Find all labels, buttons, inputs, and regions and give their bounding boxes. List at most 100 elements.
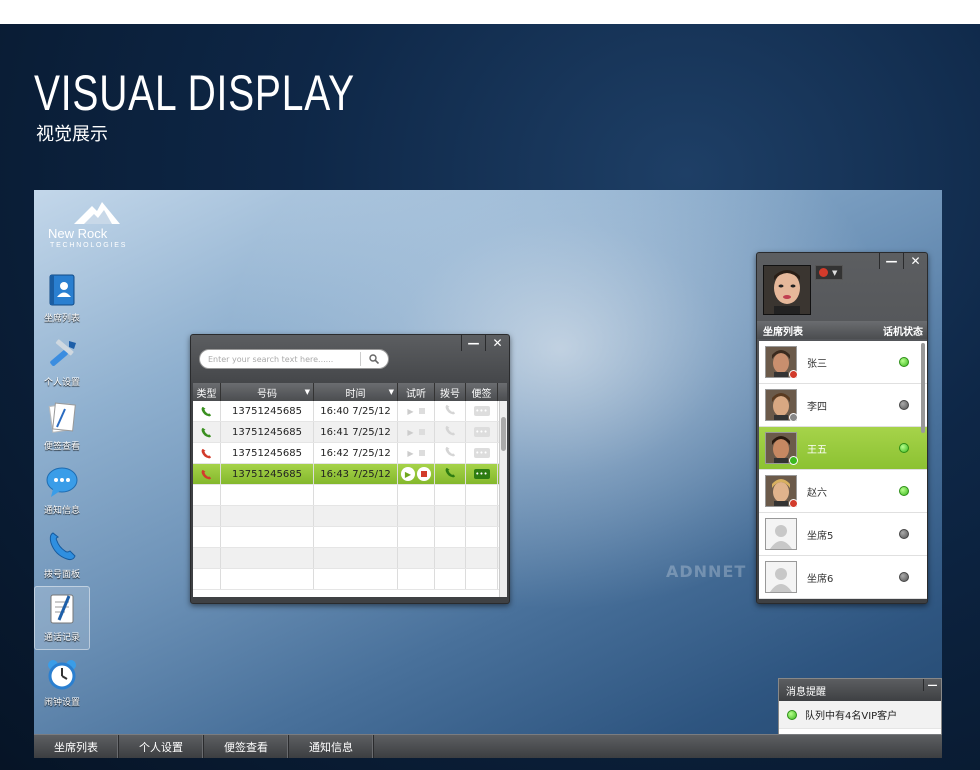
empty-table-row	[193, 527, 507, 548]
agent-row[interactable]: 张三	[759, 341, 927, 384]
table-header: 类型 号码 ▼ 时间 ▼ 试听 拨号 便签	[193, 383, 507, 401]
call-log-window: — ✕ 类型 号码 ▼ 时间 ▼ 试听 拨号便签 13751245685 16:40 7/2…	[190, 334, 510, 604]
hero-title: VISUAL DISPLAY	[34, 65, 355, 121]
stop-icon[interactable]	[418, 408, 425, 414]
window-controls: — ✕	[461, 335, 509, 351]
play-icon[interactable]: ▶	[407, 407, 413, 416]
column-header-0[interactable]: 类型	[193, 383, 221, 401]
call-time: 16:42 7/25/12	[314, 443, 398, 463]
phone-status-title: 话机状态	[883, 326, 923, 338]
empty-cell	[314, 506, 398, 526]
busy-status-icon	[819, 268, 828, 277]
agent-close-button[interactable]: ✕	[903, 253, 927, 269]
notification-minimize-button[interactable]: —	[923, 679, 941, 691]
taskbar-button-1[interactable]: 个人设置	[119, 735, 204, 758]
column-header-label: 号码	[257, 388, 277, 400]
dock-item-5[interactable]: 通话记录	[34, 586, 90, 650]
notes-icon	[45, 401, 79, 435]
empty-cell	[398, 527, 435, 547]
dock-item-4[interactable]: 拨号面板	[34, 522, 90, 586]
stop-icon[interactable]	[418, 450, 425, 456]
phone-icon	[445, 404, 456, 418]
empty-cell	[193, 506, 221, 526]
agent-panel: — ✕ ▼ 坐席列表 话机状态 张三 李四 王五 赵六 坐席5 坐席6	[756, 252, 928, 604]
table-row[interactable]: 13751245685 16:41 7/25/12 ▶ •••	[193, 422, 507, 443]
dial-button[interactable]	[435, 443, 466, 463]
play-icon[interactable]: ▶	[401, 467, 415, 481]
agent-list-title: 坐席列表	[763, 326, 803, 338]
empty-cell	[314, 485, 398, 505]
agent-row[interactable]: 赵六	[759, 470, 927, 513]
minimize-button[interactable]: —	[461, 335, 485, 351]
empty-cell	[398, 548, 435, 568]
taskbar-button-0[interactable]: 坐席列表	[34, 735, 119, 758]
play-icon[interactable]: ▶	[407, 428, 413, 437]
phone-number: 13751245685	[221, 401, 314, 421]
column-header-2[interactable]: 时间 ▼	[314, 383, 398, 401]
chat-bubble-icon	[45, 465, 79, 499]
stop-icon[interactable]	[418, 429, 425, 435]
empty-cell	[221, 485, 314, 505]
new-rock-logo: New Rock TECHNOLOGIES	[48, 202, 144, 252]
call-log-icon	[45, 592, 79, 626]
dock-item-1[interactable]: 个人设置	[34, 330, 90, 394]
agent-row[interactable]: 李四	[759, 384, 927, 427]
dock-item-6[interactable]: 闹钟设置	[34, 650, 90, 714]
agent-avatar	[765, 389, 798, 422]
my-avatar[interactable]	[763, 265, 811, 315]
agent-list: 张三 李四 王五 赵六 坐席5 坐席6	[759, 341, 927, 599]
listen-cell: ▶	[398, 401, 435, 421]
empty-cell	[435, 569, 466, 589]
listen-cell: ▶	[398, 422, 435, 442]
table-row[interactable]: 13751245685 16:40 7/25/12 ▶ •••	[193, 401, 507, 422]
stop-icon[interactable]	[417, 467, 431, 481]
column-header-3[interactable]: 试听	[398, 383, 435, 401]
dial-button[interactable]	[435, 422, 466, 442]
dock-item-3[interactable]: 通知信息	[34, 458, 90, 522]
table-row[interactable]: 13751245685 16:42 7/25/12 ▶ •••	[193, 443, 507, 464]
close-button[interactable]: ✕	[485, 335, 509, 351]
dock-item-0[interactable]: 坐席列表	[34, 266, 90, 330]
column-header-5[interactable]: 便签	[466, 383, 498, 401]
table-scrollbar[interactable]	[499, 401, 507, 597]
empty-cell	[435, 527, 466, 547]
dock-item-2[interactable]: 便签查看	[34, 394, 90, 458]
empty-cell	[193, 569, 221, 589]
hero-subtitle: 视觉展示	[36, 124, 108, 145]
column-header-1[interactable]: 号码 ▼	[221, 383, 314, 401]
empty-cell	[398, 485, 435, 505]
column-header-4[interactable]: 拨号	[435, 383, 466, 401]
agent-row[interactable]: 王五	[759, 427, 927, 470]
dock-item-label: 通话记录	[43, 633, 80, 643]
agent-scrollbar[interactable]	[921, 343, 925, 433]
dock-item-label: 坐席列表	[43, 314, 80, 324]
agent-list-header: 坐席列表 话机状态	[757, 321, 927, 339]
notification-item[interactable]: 队列中有4名VIP客户	[779, 701, 941, 729]
note-cell: •••	[466, 464, 498, 484]
mountain-logo-icon	[74, 202, 120, 224]
empty-cell	[398, 569, 435, 589]
note-icon[interactable]: •••	[473, 469, 490, 479]
search-input[interactable]	[200, 354, 360, 364]
taskbar-button-3[interactable]: 通知信息	[289, 735, 374, 758]
note-icon[interactable]: •••	[473, 427, 490, 437]
agent-row[interactable]: 坐席6	[759, 556, 927, 599]
note-icon[interactable]: •••	[473, 448, 490, 458]
empty-table-row	[193, 506, 507, 527]
listen-cell: ▶	[398, 443, 435, 463]
dial-button[interactable]	[435, 464, 466, 484]
dock-item-label: 便签查看	[43, 442, 80, 452]
table-row[interactable]: 13751245685 16:43 7/25/12 ▶ •••	[193, 464, 507, 485]
taskbar-button-2[interactable]: 便签查看	[204, 735, 289, 758]
presence-dropdown[interactable]: ▼	[815, 265, 843, 280]
play-icon[interactable]: ▶	[407, 449, 413, 458]
dial-button[interactable]	[435, 401, 466, 421]
note-icon[interactable]: •••	[473, 406, 490, 416]
agent-avatar	[765, 432, 798, 465]
agent-minimize-button[interactable]: —	[879, 253, 903, 269]
phone-number: 13751245685	[221, 422, 314, 442]
search-button[interactable]	[361, 354, 387, 364]
agent-row[interactable]: 坐席5	[759, 513, 927, 556]
empty-cell	[193, 485, 221, 505]
scroll-thumb[interactable]	[501, 417, 506, 451]
